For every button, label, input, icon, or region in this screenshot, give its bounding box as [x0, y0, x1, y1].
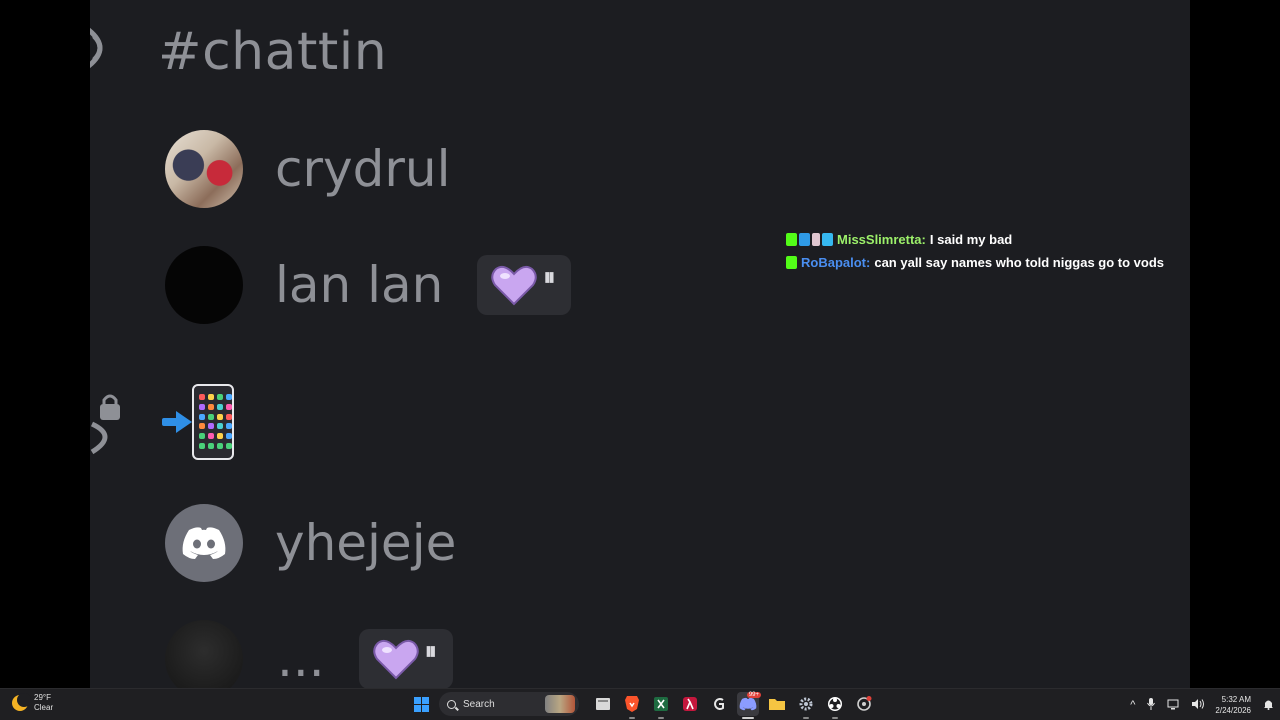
cube-badge-icon: [822, 233, 833, 246]
app-g-button[interactable]: [708, 692, 730, 716]
search-label: Search: [463, 698, 495, 710]
running-indicator: [629, 717, 635, 719]
channel-title: #chattin: [158, 22, 388, 82]
right-arrow-icon: [162, 411, 192, 433]
voice-member-crydrul[interactable]: crydrul: [165, 130, 451, 208]
chat-username[interactable]: MissSlimretta: [837, 228, 922, 251]
kick-badge-icon: [786, 233, 797, 246]
running-indicator: [803, 717, 809, 719]
avatar: [165, 130, 243, 208]
brave-lion-icon: [625, 696, 639, 712]
purple-heart-icon: [372, 638, 419, 680]
channel-phone-emoji: [162, 384, 234, 460]
chat-username[interactable]: RoBapalot: [801, 251, 866, 274]
chrome-like-icon: [857, 696, 872, 711]
g-app-icon: [714, 698, 724, 710]
chat-overlay: MissSlimretta: I said my bad RoBapalot: …: [786, 228, 1164, 274]
task-view-button[interactable]: [592, 692, 614, 716]
locked-voice-channel-icon: [90, 392, 130, 456]
discord-taskbar-button[interactable]: 99+: [737, 692, 761, 719]
running-indicator: [832, 717, 838, 719]
clock-time: 5:32 AM: [1221, 695, 1251, 704]
voice-member-ellipsis[interactable]: ... ⏸: [165, 620, 453, 688]
running-indicator: [658, 717, 664, 719]
obs-button[interactable]: [824, 692, 846, 719]
member-name: ...: [277, 630, 325, 688]
avatar: [165, 246, 243, 324]
voice-member-yhejeje[interactable]: yhejeje: [165, 504, 456, 582]
screen: #chattin crydrul lan lan ⏸ yhejeje ... ⏸…: [0, 0, 1280, 720]
weather-temperature: 29°F: [34, 693, 51, 702]
folder-icon: [769, 699, 785, 710]
network-icon[interactable]: [1167, 698, 1179, 713]
purple-heart-icon: [491, 264, 538, 306]
member-name: crydrul: [275, 140, 451, 198]
volume-icon[interactable]: [1191, 698, 1205, 713]
app-extra-button[interactable]: [853, 692, 875, 716]
excel-button[interactable]: [650, 692, 672, 719]
chat-message-text: I said my bad: [929, 232, 1013, 247]
weather-description: Clear: [34, 703, 54, 712]
activity-status-pill: ⏸: [477, 255, 572, 315]
excel-icon: [654, 697, 668, 711]
gift-badge-icon: [812, 233, 820, 246]
clock-date: 2/24/2026: [1215, 706, 1251, 715]
avatar: [165, 504, 243, 582]
brave-browser-button[interactable]: [621, 692, 643, 719]
obs-icon: [828, 697, 842, 711]
weather-widget[interactable]: 29°F Clear: [12, 693, 53, 713]
settings-button[interactable]: [795, 692, 817, 719]
member-name: lan lan: [275, 256, 444, 314]
taskbar-apps: Search 99+: [410, 692, 875, 719]
clock[interactable]: 5:32 AM 2/24/2026: [1215, 694, 1251, 716]
taskbar-search[interactable]: Search: [439, 692, 579, 716]
discord-logo-icon: [739, 697, 757, 711]
windows-taskbar: 29°F Clear Search 99+ ^ 5:32 AM 2/24/202…: [0, 688, 1280, 720]
chat-separator: :: [921, 232, 926, 247]
notification-badge: 99+: [746, 692, 761, 698]
kick-badge-icon: [786, 256, 797, 269]
stream-viewport: #chattin crydrul lan lan ⏸ yhejeje ... ⏸: [90, 0, 1190, 688]
avatar: [165, 620, 243, 688]
chevron-up-icon[interactable]: ^: [1130, 699, 1135, 711]
task-view-icon: [596, 698, 610, 710]
search-icon: [447, 699, 456, 709]
pause-icon: ⏸: [424, 638, 437, 665]
pause-icon: ⏸: [543, 264, 556, 291]
search-highlight-image: [545, 695, 575, 713]
member-name: yhejeje: [275, 514, 457, 572]
arrow-badge-icon: [799, 233, 810, 246]
chat-message: RoBapalot: can yall say names who told n…: [786, 251, 1164, 274]
system-tray: ^ 5:32 AM 2/24/2026: [1124, 689, 1280, 720]
lambda-app-icon: [683, 697, 697, 711]
activity-status-pill: ⏸: [358, 629, 453, 688]
file-explorer-button[interactable]: [766, 692, 788, 716]
mobile-phone-icon: [192, 384, 234, 460]
running-indicator: [742, 717, 754, 719]
start-button[interactable]: [410, 692, 432, 716]
chat-message: MissSlimretta: I said my bad: [786, 228, 1164, 251]
chat-separator: :: [866, 255, 871, 270]
moon-icon: [12, 693, 31, 711]
notifications-icon[interactable]: [1263, 698, 1274, 713]
gear-icon: [799, 697, 813, 711]
voice-member-lan-lan[interactable]: lan lan ⏸: [165, 246, 572, 324]
microphone-icon[interactable]: [1147, 697, 1156, 713]
discord-logo-icon: [182, 527, 226, 559]
chat-message-text: can yall say names who told niggas go to…: [874, 255, 1165, 270]
app-lambda-button[interactable]: [679, 692, 701, 716]
voice-channel-icon: [90, 18, 118, 89]
windows-logo-icon: [413, 696, 429, 712]
